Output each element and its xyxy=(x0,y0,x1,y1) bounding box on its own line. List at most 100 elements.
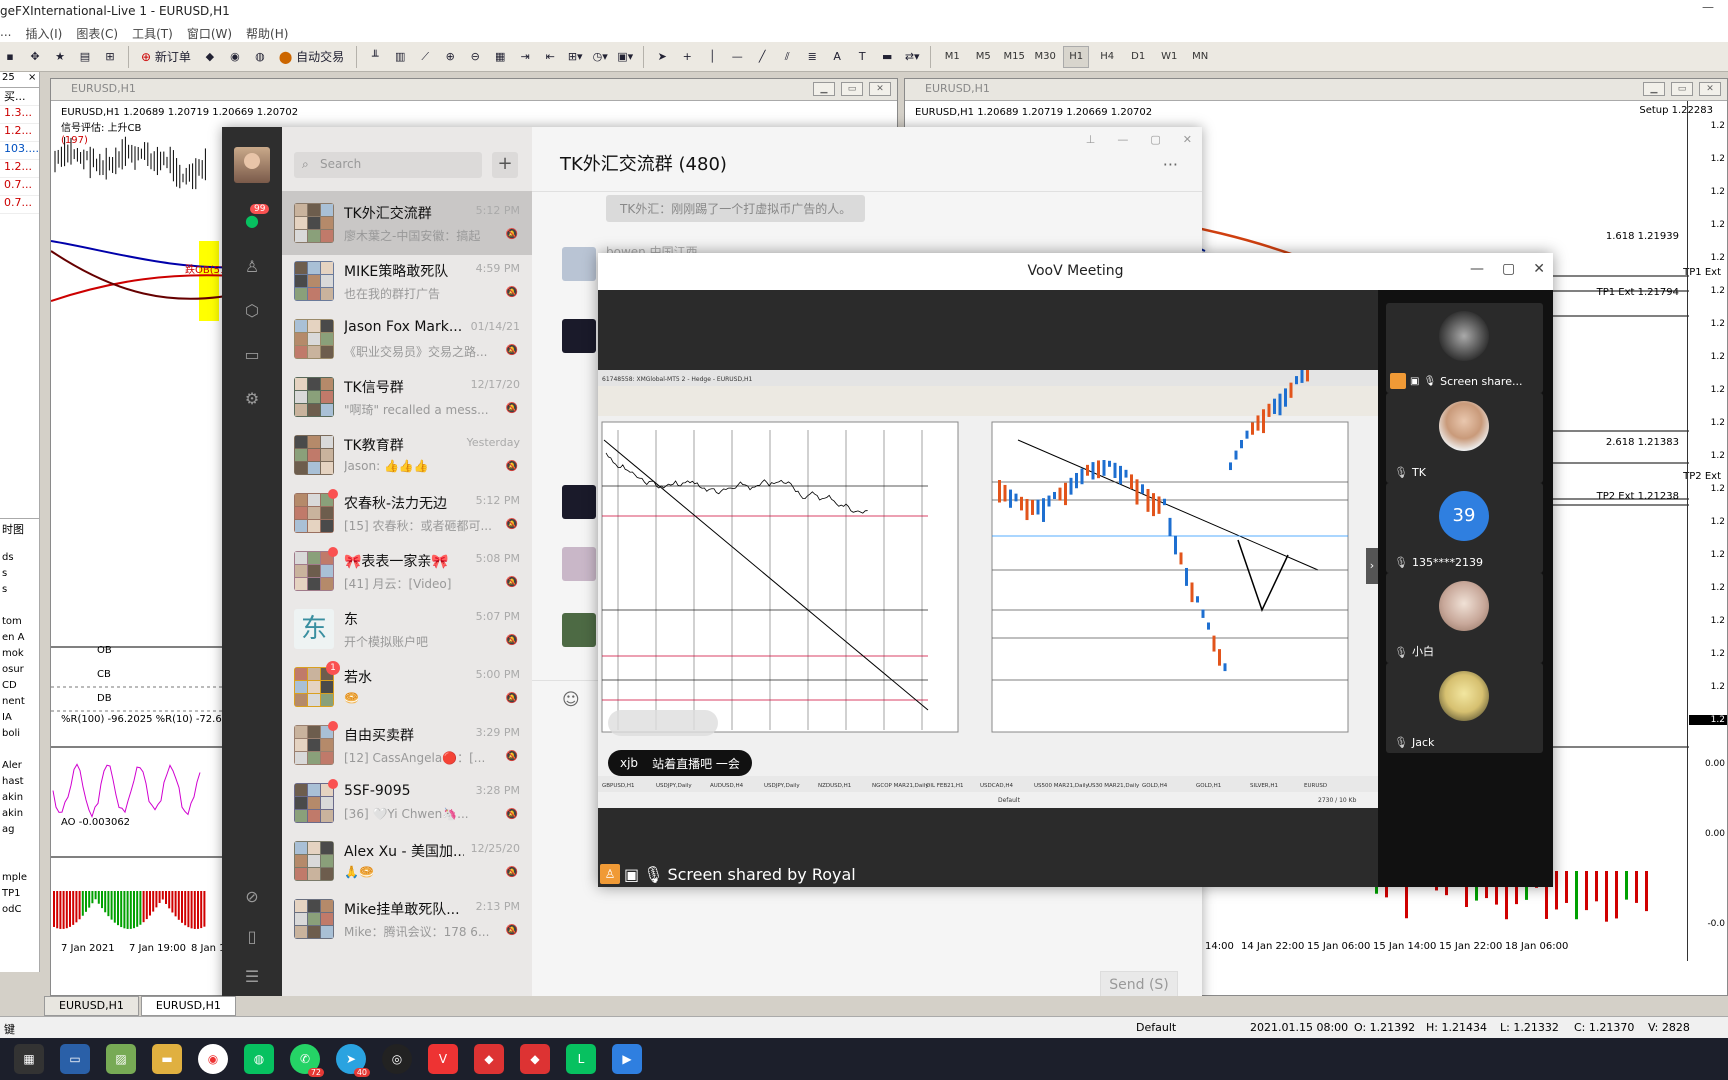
new-order-button[interactable]: ⊕ 新订单 xyxy=(137,46,195,68)
maximize-button[interactable]: ▭ xyxy=(1671,82,1693,96)
search-input[interactable]: Search xyxy=(294,152,482,178)
auto-scroll-icon[interactable]: ⇥ xyxy=(515,46,535,68)
participant-tile[interactable]: ▣ 🎙 Screen share... xyxy=(1386,303,1543,393)
conversation-item[interactable]: 若水 5:00 PM 🥯 🔕 1 xyxy=(282,655,532,719)
user-avatar[interactable] xyxy=(234,147,270,183)
navigator-item[interactable]: s xyxy=(0,568,40,584)
message-avatar[interactable] xyxy=(562,613,596,647)
market-watch-row[interactable]: 0.7... xyxy=(0,196,39,214)
navigator-item[interactable]: en A xyxy=(0,632,40,648)
conversation-item[interactable]: TK教育群 Yesterday Jason: 👍👍👍 🔕 xyxy=(282,423,532,487)
navigator-item[interactable] xyxy=(0,744,40,760)
metaeditor-icon[interactable]: ◆ xyxy=(200,46,220,68)
clapper-icon[interactable]: ▦ xyxy=(14,1044,44,1074)
timeframe-m1[interactable]: M1 xyxy=(939,46,965,68)
participant-tile[interactable]: 🎙 TK xyxy=(1386,393,1543,483)
chart-tab[interactable]: EURUSD,H1 xyxy=(140,996,236,1016)
folder-icon[interactable]: ▬ xyxy=(152,1044,182,1074)
candle-chart-icon[interactable]: ▥ xyxy=(390,46,410,68)
maximize-button[interactable]: ▢ xyxy=(1502,261,1515,277)
pc-icon[interactable]: ▭ xyxy=(60,1044,90,1074)
menu-window[interactable]: 窗口(W) xyxy=(187,25,232,42)
zoom-out-icon[interactable]: ⊖ xyxy=(465,46,485,68)
navigator-item[interactable]: nent xyxy=(0,696,40,712)
conversation-item[interactable]: Alex Xu - 美国加... 12/25/20 🙏🥯 🔕 xyxy=(282,829,532,893)
navigator-item[interactable]: TP1 xyxy=(0,888,40,904)
periods-icon[interactable]: ◷▾ xyxy=(590,46,610,68)
timeframe-w1[interactable]: W1 xyxy=(1156,46,1182,68)
chart-shift-icon[interactable]: ⇤ xyxy=(540,46,560,68)
templates-icon[interactable]: ▣▾ xyxy=(615,46,635,68)
vertical-line-icon[interactable]: │ xyxy=(702,46,722,68)
navigator-item[interactable]: Aler xyxy=(0,760,40,776)
chat-icon[interactable]: ● xyxy=(241,211,263,233)
mt5-icon[interactable]: ◆ xyxy=(520,1044,550,1074)
timeframe-h1[interactable]: H1 xyxy=(1063,45,1090,68)
message-avatar[interactable] xyxy=(562,485,596,519)
navigator-item[interactable]: tom xyxy=(0,616,40,632)
conversation-item[interactable]: 东东 5:07 PM 开个模拟账户吧 🔕 xyxy=(282,597,532,661)
chart-tab[interactable]: EURUSD,H1 xyxy=(44,996,139,1016)
trendline-icon[interactable]: ╱ xyxy=(752,46,772,68)
navigator-item[interactable]: mple xyxy=(0,872,40,888)
plus-icon[interactable]: + xyxy=(492,152,518,178)
conversation-item[interactable]: TK信号群 12/17/20 "啊琦" recalled a mess... 🔕 xyxy=(282,365,532,429)
mt4-icon[interactable]: ◆ xyxy=(474,1044,504,1074)
terminal-icon[interactable]: ▤ xyxy=(75,46,95,68)
navigator-item[interactable] xyxy=(0,840,40,856)
timeframe-d1[interactable]: D1 xyxy=(1125,46,1151,68)
favorites-icon[interactable]: ★ xyxy=(50,46,70,68)
photo-icon[interactable]: ▨ xyxy=(106,1044,136,1074)
send-button[interactable]: Send (S) xyxy=(1100,971,1178,999)
conversation-item[interactable]: Jason Fox Mark... 01/14/21 《职业交易员》交易之路... 🔕 xyxy=(282,307,532,371)
navigator-item[interactable]: ds xyxy=(0,552,40,568)
participant-tile[interactable]: 🎙 Jack xyxy=(1386,663,1543,753)
navigator-item[interactable] xyxy=(0,600,40,616)
conversation-item[interactable]: MIKE策略敢死队 4:59 PM 也在我的群打广告 🔕 xyxy=(282,249,532,313)
link-icon[interactable]: ⊘ xyxy=(241,887,263,909)
navigator-item[interactable]: hast xyxy=(0,776,40,792)
collapse-panel-icon[interactable]: › xyxy=(1366,548,1378,584)
text-label-icon[interactable]: T xyxy=(852,46,872,68)
auto-trading-button[interactable]: ⬤ 自动交易 xyxy=(275,46,348,68)
whatsapp-icon[interactable]: ✆ 72 xyxy=(290,1044,324,1077)
phone-icon[interactable]: ▯ xyxy=(241,927,263,949)
navigator-item[interactable] xyxy=(0,856,40,872)
menu-tools[interactable]: 工具(T) xyxy=(132,25,173,42)
conversation-item[interactable]: 5SF-9095 3:28 PM [36] 🤍Yi Chwen🦄... 🔕 xyxy=(282,771,532,835)
gear-icon[interactable]: ⚙ xyxy=(241,389,263,411)
menu-help[interactable]: 帮助(H) xyxy=(246,25,288,42)
indicators-icon[interactable]: ⊞▾ xyxy=(565,46,585,68)
maximize-button[interactable]: ▢ xyxy=(1150,133,1160,146)
minimize-button[interactable]: — xyxy=(1688,0,1728,14)
line-chart-icon[interactable]: ⟋ xyxy=(415,46,435,68)
maximize-button[interactable]: ▭ xyxy=(841,82,863,96)
message-avatar[interactable] xyxy=(562,319,596,353)
fibo-icon[interactable]: ≣ xyxy=(802,46,822,68)
market-watch-row[interactable]: 1.2... xyxy=(0,160,39,178)
tile-windows-icon[interactable]: ▦ xyxy=(490,46,510,68)
box-icon[interactable]: ⬡ xyxy=(241,301,263,323)
minimize-button[interactable]: ▁ xyxy=(813,82,835,96)
conversation-item[interactable]: 🎀表表一家亲🎀 5:08 PM [41] 月云：[Video] 🔕 xyxy=(282,539,532,603)
signals-icon[interactable]: ◉ xyxy=(225,46,245,68)
market-watch-row[interactable]: 0.7... xyxy=(0,178,39,196)
voov-icon[interactable]: ▶ xyxy=(612,1044,642,1074)
navigator-item[interactable]: IA xyxy=(0,712,40,728)
navigator-item[interactable]: akin xyxy=(0,792,40,808)
navigator-item[interactable]: akin xyxy=(0,808,40,824)
timeframe-m15[interactable]: M15 xyxy=(1001,46,1027,68)
navigator-item[interactable]: osur xyxy=(0,664,40,680)
line-icon[interactable]: L xyxy=(566,1044,596,1074)
folder-icon[interactable]: ▭ xyxy=(241,345,263,367)
more-icon[interactable]: ··· xyxy=(1163,155,1178,174)
navigator-item[interactable]: boli xyxy=(0,728,40,744)
zoom-in-icon[interactable]: ⊕ xyxy=(440,46,460,68)
toolbar-icon[interactable]: ▪ xyxy=(0,46,20,68)
market-icon[interactable]: ◍ xyxy=(250,46,270,68)
close-icon[interactable]: × xyxy=(28,72,36,83)
navigator-item[interactable]: s xyxy=(0,584,40,600)
horizontal-line-icon[interactable]: — xyxy=(727,46,747,68)
contacts-icon[interactable]: ♙ xyxy=(241,257,263,279)
minimize-button[interactable]: ▁ xyxy=(1643,82,1665,96)
